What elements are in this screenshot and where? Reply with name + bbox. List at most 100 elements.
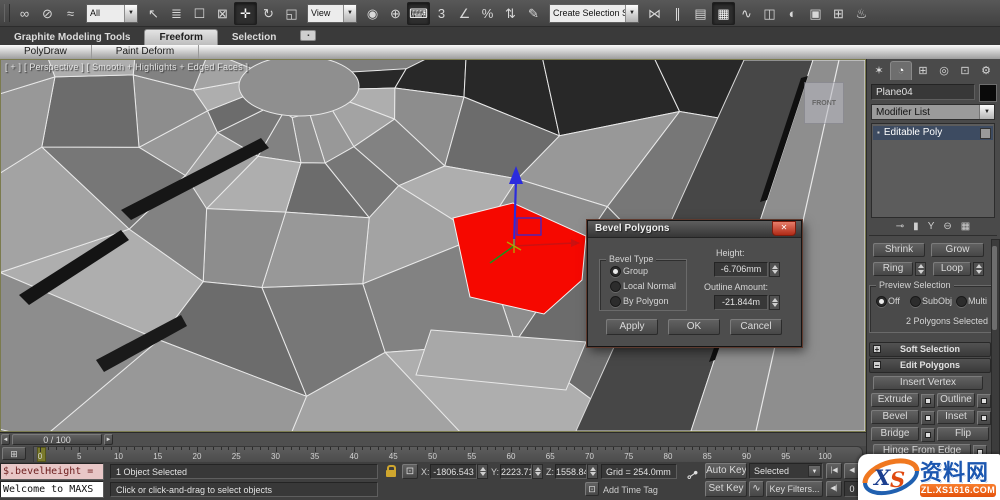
tab-graphite-modeling-tools[interactable]: Graphite Modeling Tools (0, 30, 144, 45)
z-coordinate-field[interactable]: 1558.845m (555, 464, 587, 479)
y-coordinate-field[interactable]: 2223.716m (500, 464, 532, 479)
ring-button[interactable]: Ring (873, 262, 913, 276)
preview-multi-radio[interactable] (956, 296, 967, 307)
bind-to-space-warp-icon[interactable]: ≈ (59, 2, 82, 25)
insert-vertex-button[interactable]: Insert Vertex (873, 376, 983, 390)
outline-amount-field[interactable]: -21.844m (714, 295, 768, 310)
edit-polygons-rollout-header[interactable]: − Edit Polygons (869, 358, 991, 373)
height-spinner[interactable] (769, 262, 780, 277)
time-slider-next-button[interactable]: ► (104, 434, 113, 445)
bevel-settings-button[interactable] (921, 411, 935, 425)
mirror-icon[interactable]: ⋈ (643, 2, 666, 25)
select-and-move-icon[interactable]: ✛ (234, 1, 257, 25)
bevel-group-radio[interactable] (610, 266, 621, 277)
bevel-by-polygon-radio[interactable] (610, 296, 621, 307)
extrude-button[interactable]: Extrude (871, 393, 919, 407)
render-production-icon[interactable]: ♨ (850, 2, 873, 25)
preview-off-radio[interactable] (876, 296, 887, 307)
close-icon[interactable]: ✕ (772, 221, 796, 236)
select-and-manipulate-icon[interactable]: ⊕ (384, 2, 407, 25)
absolute-mode-icon[interactable]: ⊡ (402, 464, 418, 479)
go-to-start-button[interactable]: |◀ (826, 463, 842, 479)
select-and-rotate-icon[interactable]: ↻ (257, 2, 280, 25)
tab-freeform[interactable]: Freeform (144, 29, 218, 45)
open-mini-curve-editor-button[interactable]: ⊞ (2, 447, 26, 460)
spinner-snap-icon[interactable]: ⇅ (499, 2, 522, 25)
select-by-name-icon[interactable]: ≣ (165, 2, 188, 25)
unlink-selection-icon[interactable]: ⊘ (36, 2, 59, 25)
y-spinner[interactable] (532, 464, 543, 479)
schematic-view-icon[interactable]: ◫ (758, 2, 781, 25)
object-name-field[interactable]: Plane04 (871, 84, 975, 100)
auto-key-button[interactable]: Auto Key (705, 463, 747, 479)
key-filters-button[interactable]: Key Filters... (766, 481, 823, 497)
pin-stack-icon[interactable]: ⊸ (896, 220, 904, 235)
select-object-icon[interactable]: ↖ (142, 2, 165, 25)
time-slider-prev-button[interactable]: ◄ (1, 434, 10, 445)
cancel-button[interactable]: Cancel (730, 319, 782, 335)
angle-snap-icon[interactable]: ∠ (453, 2, 476, 25)
stack-item-editable-poly[interactable]: ▪ Editable Poly (873, 126, 993, 140)
panel-scrollbar[interactable] (991, 239, 1000, 456)
inset-button[interactable]: Inset (937, 410, 975, 424)
percent-snap-icon[interactable]: % (476, 2, 499, 25)
utilities-tab-icon[interactable]: ⚙ (976, 62, 996, 80)
hierarchy-tab-icon[interactable]: ⊞ (913, 62, 933, 80)
bridge-button[interactable]: Bridge (871, 427, 919, 441)
edit-named-selection-sets-icon[interactable]: ✎ (522, 2, 545, 25)
toolbar-grip[interactable] (4, 4, 10, 22)
loop-spinner[interactable] (973, 262, 984, 276)
configure-modifier-sets-icon[interactable]: ▦ (961, 220, 970, 235)
ring-spinner[interactable] (915, 262, 926, 276)
display-tab-icon[interactable]: ⊡ (955, 62, 975, 80)
preview-subobj-radio[interactable] (910, 296, 921, 307)
soft-selection-rollout-header[interactable]: + Soft Selection (869, 342, 991, 357)
subtab-polydraw[interactable]: PolyDraw (0, 45, 92, 59)
align-icon[interactable]: ∥ (666, 2, 689, 25)
set-key-curve-icon[interactable]: ∿ (749, 481, 764, 497)
bevel-local-normal-radio[interactable] (610, 281, 621, 292)
grow-button[interactable]: Grow (931, 243, 984, 257)
reference-coordinate-dropdown[interactable]: View ▼ (307, 3, 357, 23)
modify-tab-icon[interactable]: ◔ (890, 61, 912, 80)
track-bar[interactable]: 0 5 10 15 20 25 30 35 40 45 50 55 60 65 70 75 80 85 90 95 10… (33, 446, 863, 463)
material-editor-icon[interactable]: ◐ (781, 2, 804, 25)
macro-recorder-field[interactable]: $.bevelHeight = (0, 463, 104, 480)
select-and-scale-icon[interactable]: ◱ (280, 2, 303, 25)
outline-settings-button[interactable] (977, 394, 991, 408)
object-color-swatch[interactable] (979, 84, 997, 102)
graphite-ribbon-toggle-icon[interactable]: ▦ (712, 1, 735, 25)
key-mode-dropdown[interactable]: Selected ▼ (749, 463, 823, 479)
selection-filter-dropdown[interactable]: All ▼ (86, 3, 138, 23)
viewcube[interactable]: FRONT (804, 82, 844, 124)
x-spinner[interactable] (477, 464, 488, 479)
bridge-settings-button[interactable] (921, 428, 935, 442)
apply-button[interactable]: Apply (606, 319, 658, 335)
height-field[interactable]: -6.706mm (714, 262, 768, 277)
dialog-title-bar[interactable]: Bevel Polygons (588, 221, 801, 238)
inset-settings-button[interactable] (977, 411, 991, 425)
tab-selection[interactable]: Selection (218, 30, 290, 45)
time-slider-handle[interactable]: 0 / 100 (12, 434, 102, 445)
snaps-toggle-icon[interactable]: 3 (430, 2, 453, 25)
remove-modifier-icon[interactable]: ⊖ (943, 220, 951, 235)
panel-scrollbar-thumb[interactable] (992, 246, 997, 330)
visibility-toggle-icon[interactable] (980, 128, 991, 139)
render-setup-icon[interactable]: ▣ (804, 2, 827, 25)
curve-editor-icon[interactable]: ∿ (735, 2, 758, 25)
loop-button[interactable]: Loop (933, 262, 971, 276)
outline-spinner[interactable] (769, 295, 780, 310)
add-time-tag[interactable]: Add Time Tag (603, 485, 658, 495)
make-unique-icon[interactable]: Y (928, 220, 935, 235)
extrude-settings-button[interactable] (921, 394, 935, 408)
ribbon-minimize-icon[interactable]: ▪ (300, 30, 317, 41)
x-coordinate-field[interactable]: -1806.543 (430, 464, 477, 479)
layer-manager-icon[interactable]: ▤ (689, 2, 712, 25)
z-spinner[interactable] (587, 464, 598, 479)
set-key-button[interactable]: Set Key (705, 481, 747, 497)
rendered-frame-window-icon[interactable]: ⊞ (827, 2, 850, 25)
bevel-button[interactable]: Bevel (871, 410, 919, 424)
create-tab-icon[interactable]: ✶ (869, 62, 889, 80)
selection-lock-icon[interactable] (386, 465, 396, 477)
keyboard-shortcut-override-icon[interactable]: ⌨ (407, 1, 430, 25)
